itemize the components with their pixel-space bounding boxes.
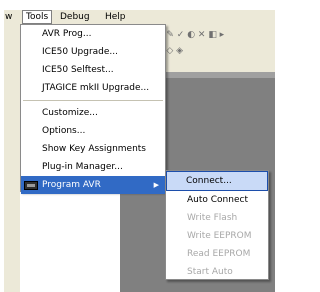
menu-item-show-key-assignments[interactable]: Show Key Assignments — [21, 140, 165, 158]
submenu-item-write-flash: Write Flash — [187, 213, 238, 223]
menu-item-ice50-selftest[interactable]: ICE50 Selftest... — [21, 61, 165, 79]
menu-help[interactable]: Help — [102, 10, 129, 24]
menu-item-plugin-manager[interactable]: Plug-in Manager... — [21, 158, 165, 176]
menu-item-avr-prog[interactable]: AVR Prog... — [21, 25, 165, 43]
program-avr-submenu: Connect... Auto Connect Write Flash Writ… — [165, 170, 269, 280]
left-docked-pane — [4, 72, 21, 292]
submenu-item-start-auto: Start Auto — [187, 267, 233, 277]
menu-tools[interactable]: Tools — [22, 10, 53, 24]
menu-item-customize[interactable]: Customize... — [21, 104, 165, 122]
tools-menu: AVR Prog... ICE50 Upgrade... ICE50 Selft… — [20, 24, 166, 194]
avr-studio-window: w Tools Debug Help ✂ ✎ ✓ ◐ ✕ ◧ ▸ ✦ ◇ ◈ A… — [0, 0, 275, 292]
submenu-item-auto-connect[interactable]: Auto Connect — [166, 191, 268, 209]
submenu-item-connect[interactable]: Connect... — [166, 171, 268, 191]
submenu-item-read-eeprom: Read EEPROM — [187, 249, 251, 259]
menu-item-ice50-upgrade[interactable]: ICE50 Upgrade... — [21, 43, 165, 61]
menu-item-options[interactable]: Options... — [21, 122, 165, 140]
submenu-item-write-eeprom: Write EEPROM — [187, 231, 252, 241]
menu-item-jtagice-upgrade[interactable]: JTAGICE mkII Upgrade... — [21, 79, 165, 97]
menu-item-program-avr[interactable]: Program AVR ▶ — [21, 176, 165, 194]
chevron-right-icon: ▶ — [153, 181, 159, 189]
toolbar-icons-row-1[interactable]: ✂ ✎ ✓ ◐ ✕ ◧ ▸ — [156, 30, 224, 40]
menu-debug[interactable]: Debug — [57, 10, 93, 24]
menu-view-partial[interactable]: w — [2, 10, 15, 24]
chip-icon — [24, 181, 38, 190]
menu-bar: w Tools Debug Help — [4, 10, 275, 24]
menu-item-program-avr-label: Program AVR — [42, 180, 101, 190]
menu-separator — [23, 100, 163, 101]
